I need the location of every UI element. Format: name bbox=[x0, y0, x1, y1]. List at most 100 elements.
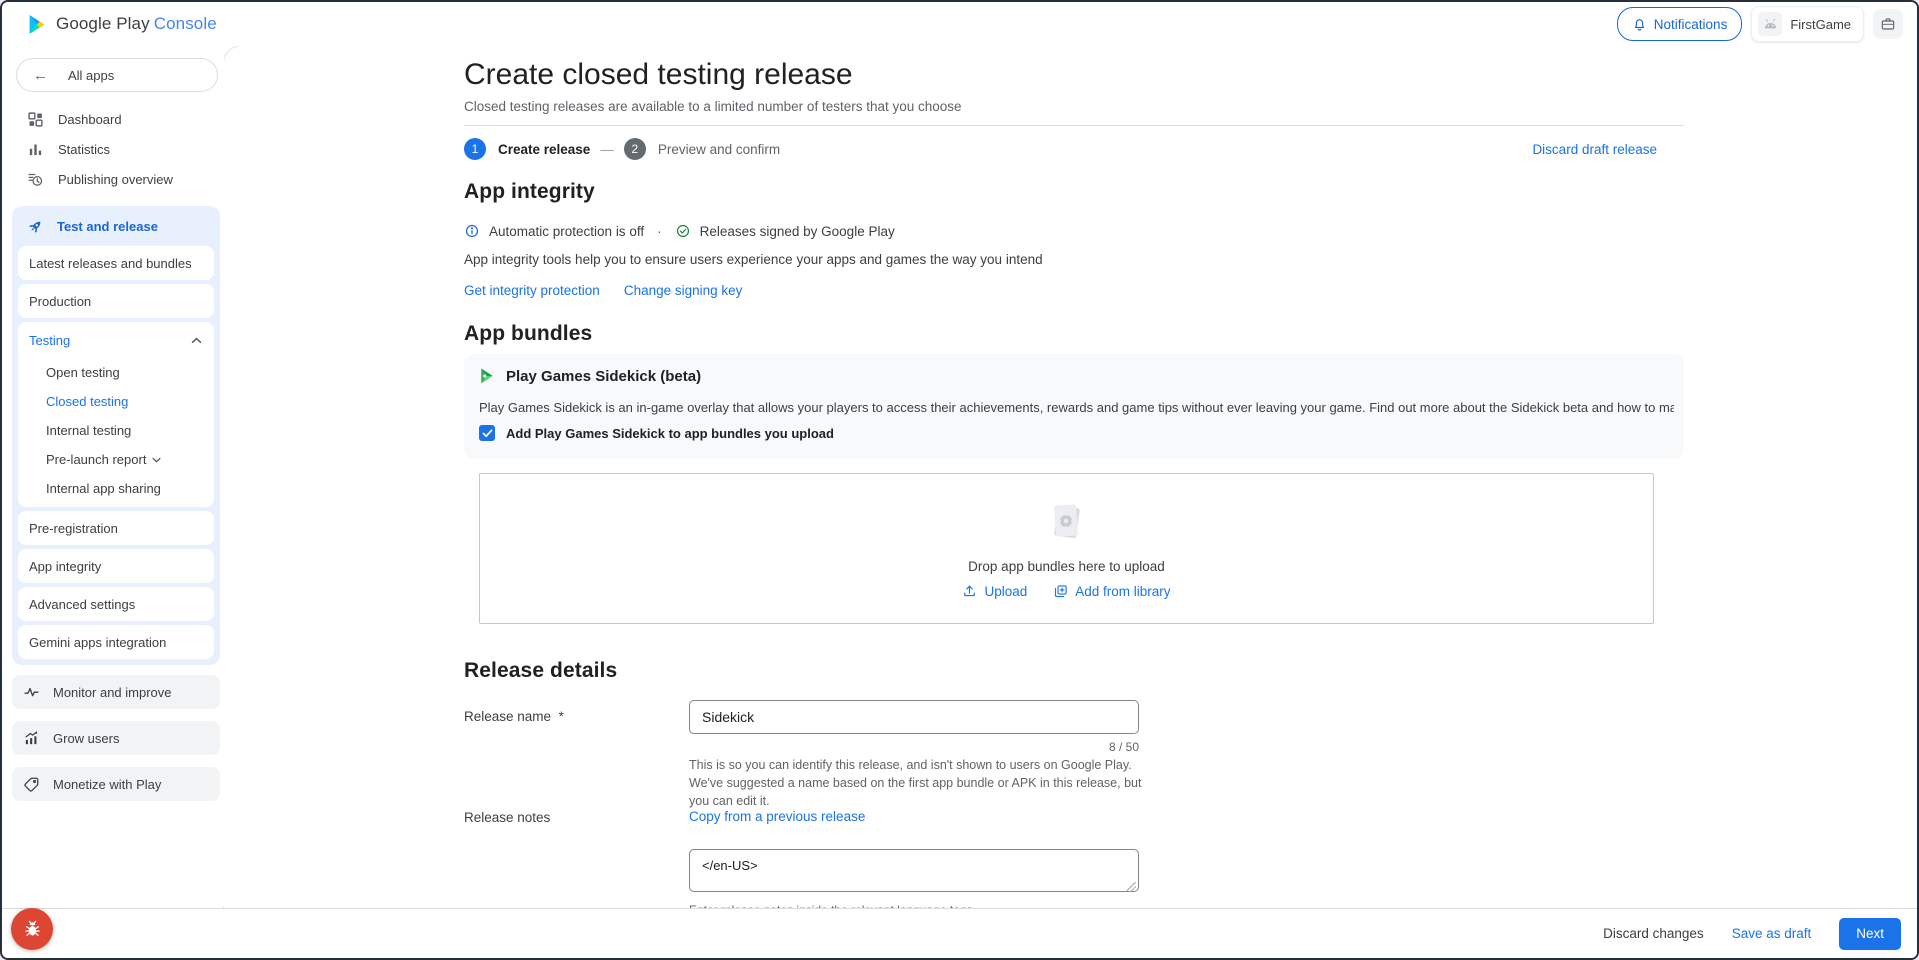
sidebar-item-label: Statistics bbox=[58, 142, 110, 157]
all-apps-label: All apps bbox=[68, 68, 114, 83]
test-and-release-label: Test and release bbox=[57, 219, 158, 234]
add-from-library-button[interactable]: Add from library bbox=[1053, 584, 1170, 599]
sidekick-card: Play Games Sidekick (beta) Play Games Si… bbox=[464, 354, 1684, 459]
sidebar-item-label: Pre-registration bbox=[29, 521, 118, 536]
dropzone-text: Drop app bundles here to upload bbox=[968, 559, 1165, 574]
upload-button[interactable]: Upload bbox=[962, 584, 1027, 599]
step-2-circle: 2 bbox=[624, 138, 646, 160]
sidebar-item-label: Publishing overview bbox=[58, 172, 173, 187]
upload-label: Upload bbox=[984, 584, 1027, 599]
change-signing-key-link[interactable]: Change signing key bbox=[624, 283, 743, 298]
save-as-draft-button[interactable]: Save as draft bbox=[1732, 926, 1812, 941]
sidebar-item-pre-registration[interactable]: Pre-registration bbox=[18, 511, 214, 545]
chevron-up-icon bbox=[191, 337, 202, 344]
library-icon bbox=[1053, 584, 1068, 599]
page-title: Create closed testing release bbox=[464, 58, 853, 92]
integrity-status-row: Automatic protection is off · Releases s… bbox=[464, 223, 895, 239]
statistics-icon bbox=[27, 141, 44, 158]
sidebar-item-publishing-overview[interactable]: Publishing overview bbox=[2, 164, 224, 194]
sidebar-item-statistics[interactable]: Statistics bbox=[2, 134, 224, 164]
sidebar-item-label: Advanced settings bbox=[29, 597, 135, 612]
add-from-library-label: Add from library bbox=[1075, 584, 1170, 599]
testing-label: Testing bbox=[29, 333, 70, 348]
sidebar: ← All apps Dashboard bbox=[2, 46, 224, 906]
bundle-dropzone[interactable]: Drop app bundles here to upload Upload bbox=[479, 473, 1654, 624]
discard-draft-release-link[interactable]: Discard draft release bbox=[1532, 142, 1657, 157]
brand-text: Google PlayConsole bbox=[56, 14, 217, 34]
sidebar-item-label: Gemini apps integration bbox=[29, 635, 166, 650]
sidebar-item-monitor-improve[interactable]: Monitor and improve bbox=[12, 675, 220, 709]
all-apps-button[interactable]: ← All apps bbox=[16, 58, 218, 92]
rocket-icon bbox=[27, 218, 44, 235]
sidebar-item-internal-testing[interactable]: Internal testing bbox=[18, 416, 214, 445]
check-circle-icon bbox=[675, 223, 691, 239]
bug-icon bbox=[23, 920, 42, 939]
sidebar-item-gemini-apps[interactable]: Gemini apps integration bbox=[18, 625, 214, 659]
sidebar-item-internal-app-sharing[interactable]: Internal app sharing bbox=[18, 474, 214, 503]
sidebar-item-latest-releases[interactable]: Latest releases and bundles bbox=[18, 246, 214, 280]
step-2-label[interactable]: Preview and confirm bbox=[658, 142, 780, 157]
sidebar-item-label: Grow users bbox=[53, 731, 119, 746]
sidekick-checkbox[interactable] bbox=[479, 425, 495, 441]
release-name-helper: This is so you can identify this release… bbox=[689, 756, 1149, 810]
briefcase-icon bbox=[1880, 16, 1896, 32]
release-name-input[interactable] bbox=[689, 700, 1139, 734]
stepper: 1 Create release — 2 Preview and confirm bbox=[464, 138, 780, 160]
sidekick-description: Play Games Sidekick is an in-game overla… bbox=[479, 400, 1674, 415]
app-account-chip[interactable]: FirstGame bbox=[1751, 6, 1864, 42]
copy-previous-release-link[interactable]: Copy from a previous release bbox=[689, 809, 865, 824]
play-console-window: Google PlayConsole Notifications bbox=[0, 0, 1919, 960]
sidebar-item-test-and-release[interactable]: Test and release bbox=[12, 206, 220, 246]
sidebar-item-app-integrity[interactable]: App integrity bbox=[18, 549, 214, 583]
sidebar-item-closed-testing[interactable]: Closed testing bbox=[18, 387, 214, 416]
sidebar-item-production[interactable]: Production bbox=[18, 284, 214, 318]
sidebar-item-prelaunch-report[interactable]: Pre-launch report bbox=[18, 445, 214, 474]
integrity-links: Get integrity protection Change signing … bbox=[464, 283, 742, 298]
sidekick-checkbox-label: Add Play Games Sidekick to app bundles y… bbox=[506, 426, 834, 441]
dashboard-icon bbox=[27, 111, 44, 128]
discard-changes-button[interactable]: Discard changes bbox=[1603, 926, 1704, 941]
sidekick-title: Play Games Sidekick (beta) bbox=[506, 368, 701, 385]
release-notes-label: Release notes bbox=[464, 810, 550, 825]
footer-bar: Discard changes Save as draft Next bbox=[2, 908, 1917, 958]
next-button[interactable]: Next bbox=[1839, 918, 1901, 950]
sidebar-item-dashboard[interactable]: Dashboard bbox=[2, 104, 224, 134]
sidebar-item-label: Internal app sharing bbox=[46, 481, 161, 496]
step-1-label[interactable]: Create release bbox=[498, 142, 590, 157]
page-subtitle: Closed testing releases are available to… bbox=[464, 99, 962, 114]
sidebar-item-testing[interactable]: Testing bbox=[18, 322, 214, 358]
testing-card: Testing Open testing Closed testing Inte… bbox=[18, 322, 214, 507]
content-panel: Create closed testing release Closed tes… bbox=[224, 46, 1917, 958]
brand[interactable]: Google PlayConsole bbox=[28, 14, 217, 35]
back-arrow-icon: ← bbox=[33, 67, 48, 84]
sidebar-item-open-testing[interactable]: Open testing bbox=[18, 358, 214, 387]
bell-icon bbox=[1632, 17, 1647, 32]
release-details-heading: Release details bbox=[464, 659, 617, 683]
sidebar-item-label: Production bbox=[29, 294, 91, 309]
sidebar-item-monetize[interactable]: Monetize with Play bbox=[12, 767, 220, 801]
feedback-bug-button[interactable] bbox=[11, 908, 53, 950]
info-icon bbox=[464, 223, 480, 239]
chevron-down-icon bbox=[152, 457, 161, 463]
get-integrity-protection-link[interactable]: Get integrity protection bbox=[464, 283, 600, 298]
android-app-icon bbox=[1758, 12, 1782, 36]
test-and-release-group: Test and release Latest releases and bun… bbox=[12, 206, 220, 665]
release-notes-textarea[interactable]: </en-US> bbox=[689, 849, 1139, 892]
app-integrity-heading: App integrity bbox=[464, 180, 595, 204]
sidebar-item-label: Dashboard bbox=[58, 112, 122, 127]
stepper-dash: — bbox=[600, 142, 614, 157]
sidebar-item-advanced-settings[interactable]: Advanced settings bbox=[18, 587, 214, 621]
workspace-button[interactable] bbox=[1873, 9, 1903, 39]
google-play-logo-icon bbox=[28, 14, 47, 35]
sidebar-item-grow-users[interactable]: Grow users bbox=[12, 721, 220, 755]
sidebar-item-label: Monitor and improve bbox=[53, 685, 172, 700]
textarea-resize-handle[interactable] bbox=[1126, 882, 1136, 892]
top-bar: Google PlayConsole Notifications bbox=[2, 2, 1917, 46]
app-bundle-icon bbox=[1043, 499, 1091, 549]
sidebar-item-label: Open testing bbox=[46, 365, 120, 380]
char-counter: 8 / 50 bbox=[689, 740, 1139, 754]
notifications-button[interactable]: Notifications bbox=[1617, 7, 1743, 41]
pulse-icon bbox=[23, 684, 40, 701]
growth-chart-icon bbox=[23, 730, 40, 747]
app-bundles-heading: App bundles bbox=[464, 322, 592, 346]
